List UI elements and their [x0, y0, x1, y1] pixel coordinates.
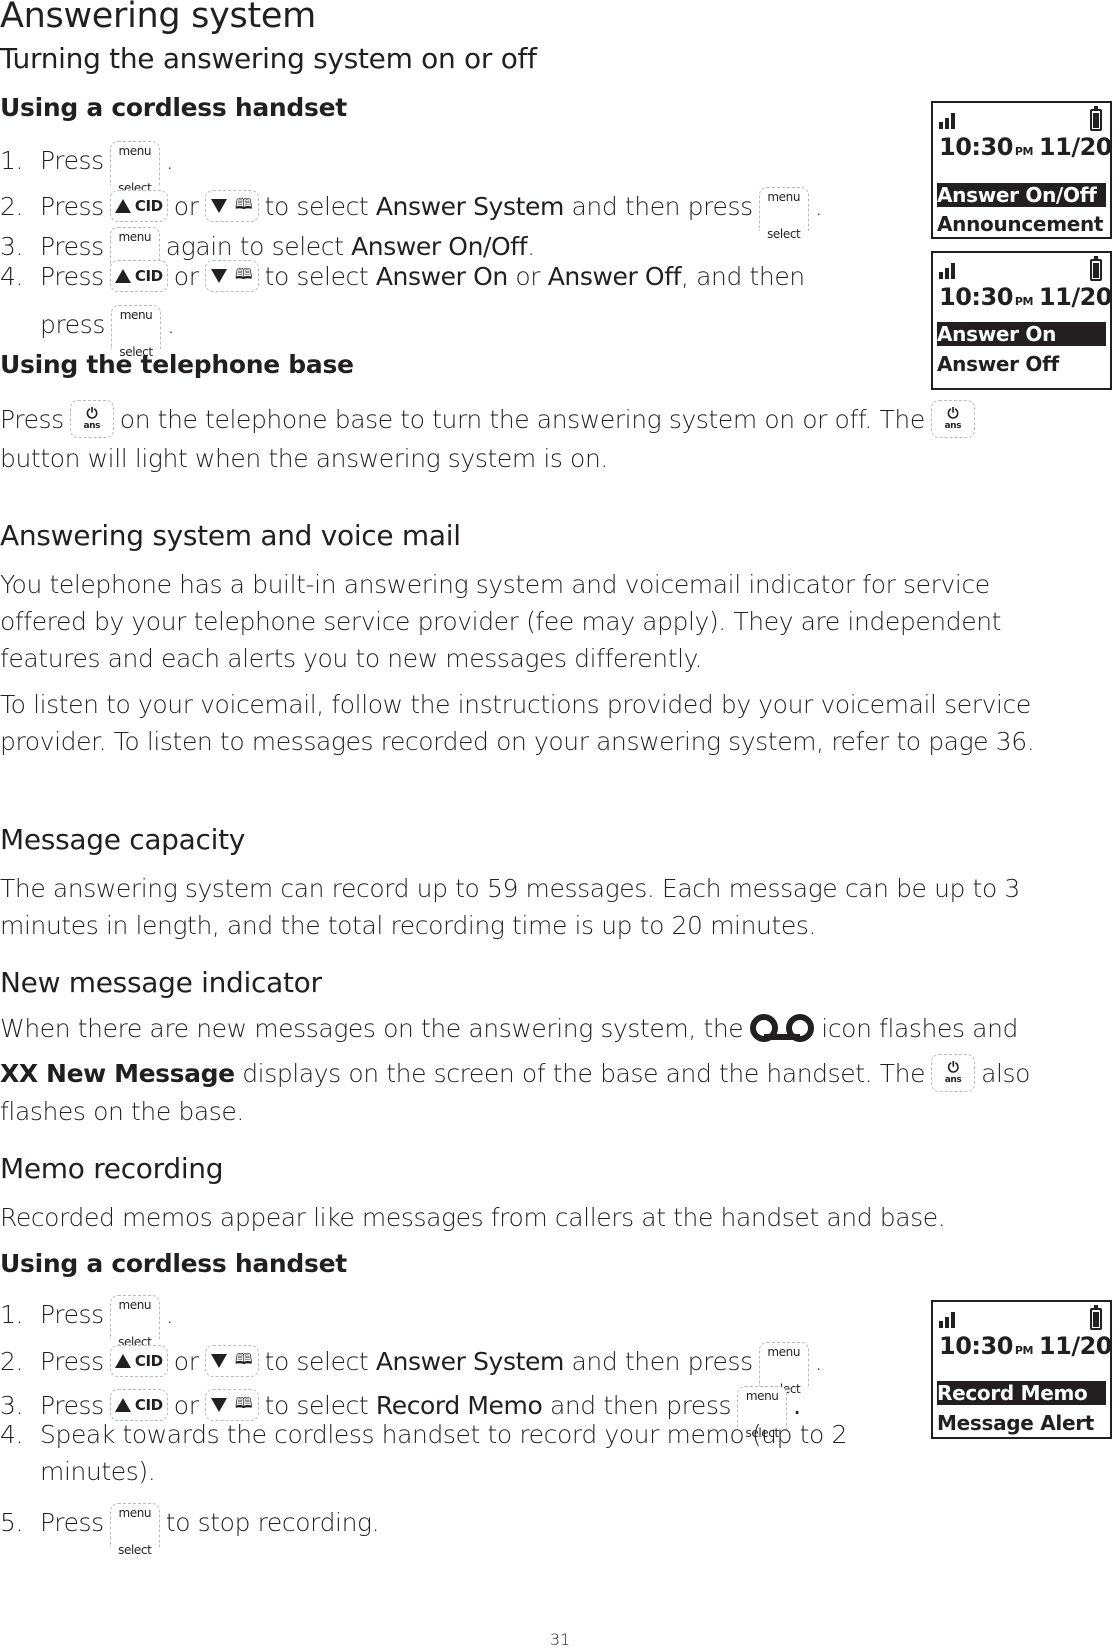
battery-icon: [1090, 106, 1102, 131]
ans-power-key-icon: ⏻ ans: [930, 400, 975, 438]
signal-icon: [939, 263, 957, 279]
section-heading-indicator: New message indicator: [0, 966, 322, 999]
page-title: Answering system: [0, 0, 316, 36]
subheading-base: Using the telephone base: [0, 350, 354, 379]
handset-screen-record-memo: 10:30 PM 11/20 Record Memo Message Alert: [931, 1300, 1112, 1439]
up-cid-key-icon: CID: [109, 190, 168, 222]
handset-screen-answer-onoff: 10:30 PM 11/20 Answer On/Off Announcement: [931, 101, 1112, 239]
base-text-line2: button will light when the answering sys…: [0, 444, 608, 473]
subheading-handset: Using a cordless handset: [0, 93, 347, 122]
battery-icon: [1090, 1305, 1102, 1330]
screen-menu-item-selected: Record Memo: [937, 1381, 1106, 1405]
menu-select-key-icon: menuselect: [758, 1342, 809, 1396]
up-cid-key-icon: CID: [109, 260, 168, 292]
menu-select-key-icon: menuselect: [758, 187, 809, 241]
section-heading-voicemail: Answering system and voice mail: [0, 519, 461, 552]
menu-select-key-icon: menuselect: [109, 1503, 160, 1557]
screen-menu-item: Message Alert: [937, 1411, 1095, 1435]
ans-power-key-icon: ⏻ ans: [69, 400, 114, 438]
ans-power-key-icon: ⏻ ans: [931, 1054, 976, 1092]
battery-icon: [1090, 256, 1102, 281]
memo-step-4-continued: minutes).: [40, 1457, 156, 1486]
section-heading-capacity: Message capacity: [0, 823, 246, 856]
handset-screen-answer-on-off: 10:30 PM 11/20 Answer On Answer Off: [931, 251, 1112, 390]
up-cid-key-icon: CID: [109, 1389, 168, 1421]
menu-select-key-icon: menuselect: [109, 1295, 160, 1349]
up-cid-key-icon: CID: [109, 1345, 168, 1377]
section-heading-onoff: Turning the answering system on or off: [0, 42, 537, 75]
memo-paragraph: Recorded memos appear like messages from…: [0, 1203, 946, 1232]
signal-icon: [939, 113, 957, 129]
screen-clock: 10:30 PM 11/20: [939, 283, 1112, 311]
menu-select-key-icon: menuselect: [109, 141, 160, 195]
indicator-line1: When there are new messages on the answe…: [0, 1013, 1018, 1043]
down-phonebook-key-icon: 🕮: [204, 260, 259, 292]
base-text-line1: Press ⏻ ans on the telephone base to turn…: [0, 400, 981, 438]
screen-clock: 10:30 PM 11/20: [939, 1332, 1112, 1360]
indicator-line2: XX New Message displays on the screen of…: [0, 1054, 1030, 1092]
step-2: 2. Press CID or 🕮 to select Answer Syste…: [0, 184, 823, 241]
step-4-continued: press menu select .: [40, 302, 175, 359]
indicator-line3: flashes on the base.: [0, 1097, 244, 1126]
screen-menu-item-selected: Answer On: [937, 322, 1106, 346]
down-phonebook-key-icon: 🕮: [204, 1345, 259, 1377]
voicemail-paragraph-1: You telephone has a built-in answering s…: [0, 570, 1002, 673]
memo-step-1: 1. Press menu select .: [0, 1292, 174, 1349]
memo-step-5: 5. Press menu select to stop recording.: [0, 1500, 380, 1557]
voicemail-icon: [750, 1014, 815, 1042]
step-4: 4. Press CID or 🕮 to select Answer On or…: [0, 260, 805, 292]
memo-step-4: 4. Speak towards the cordless handset to…: [0, 1420, 847, 1449]
screen-clock: 10:30 PM 11/20: [939, 133, 1112, 161]
down-phonebook-key-icon: 🕮: [204, 1389, 259, 1421]
memo-step-2: 2. Press CID or 🕮 to select Answer Syste…: [0, 1339, 823, 1396]
screen-menu-item: Answer Off: [937, 352, 1059, 376]
menu-select-key-icon: menuselect: [111, 305, 162, 359]
signal-icon: [939, 1312, 957, 1328]
screen-menu-item: Announcement: [937, 212, 1104, 236]
step-1: 1. Press menu select .: [0, 138, 174, 195]
screen-menu-item-selected: Answer On/Off: [937, 183, 1106, 207]
capacity-paragraph: The answering system can record up to 59…: [0, 874, 1020, 940]
page-number: 31: [549, 1630, 571, 1649]
section-heading-memo: Memo recording: [0, 1152, 224, 1185]
down-phonebook-key-icon: 🕮: [204, 190, 259, 222]
subheading-memo-handset: Using a cordless handset: [0, 1249, 347, 1278]
voicemail-paragraph-2: To listen to your voicemail, follow the …: [0, 690, 1035, 756]
